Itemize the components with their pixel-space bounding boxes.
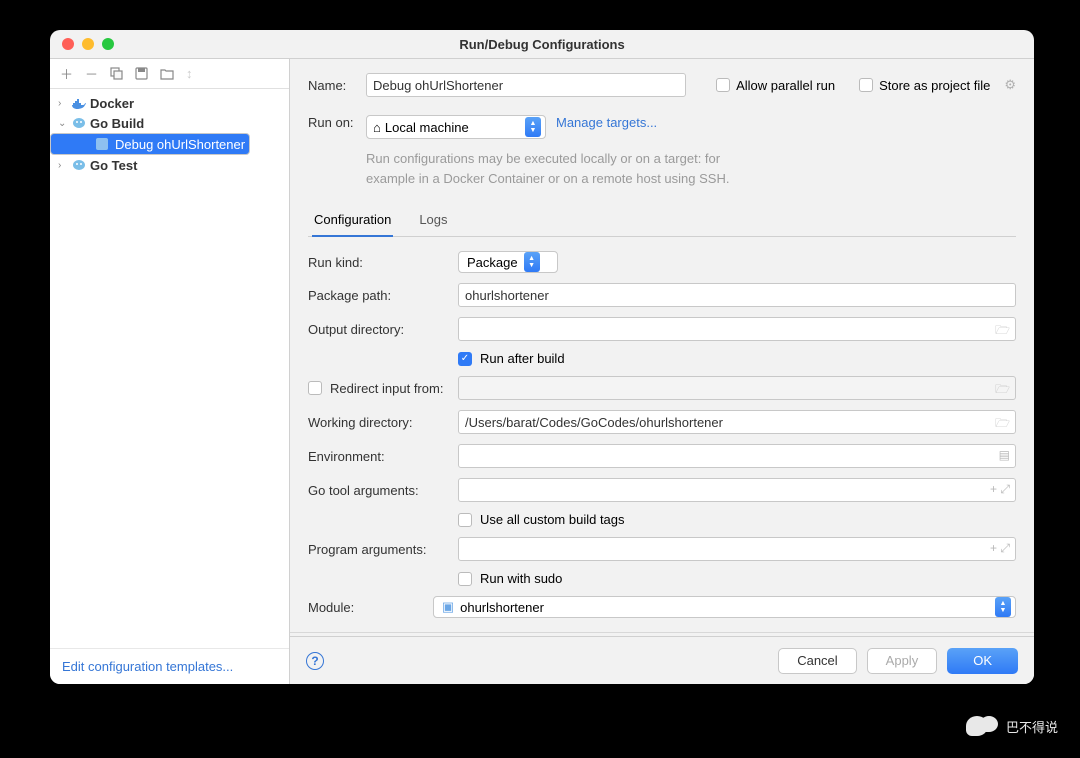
add-icon[interactable]: ＋ [60, 64, 73, 83]
tree-label: Debug ohUrlShortener [115, 137, 245, 152]
redirect-input-field [458, 376, 1016, 400]
tree-node-docker[interactable]: › Docker [50, 93, 289, 113]
run-on-select[interactable]: ⌂ Local machine ▲▼ [366, 115, 546, 139]
program-args-label: Program arguments: [308, 542, 448, 557]
chevron-updown-icon: ▲▼ [524, 252, 540, 272]
maximize-icon[interactable] [102, 38, 114, 50]
help-icon[interactable]: ? [306, 652, 324, 670]
manage-targets-link[interactable]: Manage targets... [556, 115, 657, 130]
window-controls [62, 38, 114, 50]
package-path-input[interactable] [458, 283, 1016, 307]
go-icon [72, 158, 86, 172]
tree-label: Go Build [90, 116, 144, 131]
titlebar: Run/Debug Configurations [50, 30, 1034, 58]
content-area: Name: Allow parallel run Store as projec… [290, 59, 1034, 636]
run-kind-select[interactable]: Package ▲▼ [458, 251, 558, 273]
dialog-body: ＋ － ↕ › Docker ⌄ Go Build [50, 58, 1034, 684]
sidebar: ＋ － ↕ › Docker ⌄ Go Build [50, 59, 290, 684]
config-form: Run kind: Package ▲▼ Package path: Outpu… [308, 251, 1016, 618]
output-dir-label: Output directory: [308, 322, 448, 337]
allow-parallel-checkbox[interactable]: Allow parallel run [716, 78, 835, 93]
chevron-updown-icon: ▲▼ [525, 117, 541, 137]
run-on-hint: Run configurations may be executed local… [366, 149, 1016, 188]
window-title: Run/Debug Configurations [50, 37, 1034, 52]
environment-input[interactable] [458, 444, 1016, 468]
tree-node-gotest[interactable]: › Go Test [50, 155, 289, 175]
working-dir-label: Working directory: [308, 415, 448, 430]
run-kind-label: Run kind: [308, 255, 448, 270]
save-icon[interactable] [135, 67, 148, 80]
remove-icon[interactable]: － [85, 64, 98, 83]
sort-icon[interactable]: ↕ [186, 66, 193, 81]
run-config-icon [95, 137, 109, 151]
tree-node-debug-config[interactable]: Debug ohUrlShortener [50, 133, 250, 155]
home-icon: ⌂ [373, 120, 381, 135]
wechat-icon [966, 716, 998, 736]
apply-button[interactable]: Apply [867, 648, 938, 674]
go-icon [72, 116, 86, 130]
config-tree: › Docker ⌄ Go Build Debug ohUrlShortener… [50, 89, 289, 648]
program-args-input[interactable] [458, 537, 1016, 561]
name-input[interactable] [366, 73, 686, 97]
working-dir-input[interactable] [458, 410, 1016, 434]
copy-icon[interactable] [110, 67, 123, 80]
run-on-label: Run on: [308, 115, 356, 130]
module-select[interactable]: ▣ ohurlshortener ▲▼ [433, 596, 1016, 618]
redirect-input-checkbox[interactable]: Redirect input from: [308, 381, 448, 396]
environment-label: Environment: [308, 449, 448, 464]
folder-icon[interactable] [160, 68, 174, 80]
dialog-window: Run/Debug Configurations ＋ － ↕ › Docker … [50, 30, 1034, 684]
name-label: Name: [308, 78, 356, 93]
run-after-build-checkbox[interactable]: ✓Run after build [458, 351, 565, 366]
chevron-updown-icon: ▲▼ [995, 597, 1011, 617]
separator [290, 632, 1034, 633]
run-on-value: Local machine [385, 120, 469, 135]
sidebar-toolbar: ＋ － ↕ [50, 59, 289, 89]
edit-templates-link[interactable]: Edit configuration templates... [50, 648, 289, 684]
tabs: Configuration Logs [308, 204, 1016, 237]
dialog-footer: ? Cancel Apply OK [290, 636, 1034, 684]
run-with-sudo-checkbox[interactable]: Run with sudo [458, 571, 562, 586]
custom-tags-checkbox[interactable]: Use all custom build tags [458, 512, 625, 527]
cancel-button[interactable]: Cancel [778, 648, 856, 674]
package-path-label: Package path: [308, 288, 448, 303]
watermark: 巴不得说 [966, 716, 1058, 736]
go-tool-args-input[interactable] [458, 478, 1016, 502]
docker-icon [72, 96, 86, 110]
name-row: Name: Allow parallel run Store as projec… [308, 73, 1016, 97]
gear-icon[interactable]: ⚙ [1004, 77, 1016, 93]
tree-node-gobuild[interactable]: ⌄ Go Build [50, 113, 289, 133]
main-panel: Name: Allow parallel run Store as projec… [290, 59, 1034, 684]
tab-logs[interactable]: Logs [417, 204, 449, 236]
tab-configuration[interactable]: Configuration [312, 204, 393, 237]
close-icon[interactable] [62, 38, 74, 50]
minimize-icon[interactable] [82, 38, 94, 50]
go-tool-args-label: Go tool arguments: [308, 483, 448, 498]
tree-label: Docker [90, 96, 134, 111]
module-label: Module: [308, 600, 423, 615]
run-on-row: Run on: ⌂ Local machine ▲▼ Manage target… [308, 115, 1016, 139]
store-as-file-checkbox[interactable]: Store as project file [859, 78, 990, 93]
module-icon: ▣ [442, 599, 454, 615]
output-dir-input[interactable] [458, 317, 1016, 341]
ok-button[interactable]: OK [947, 648, 1018, 674]
tree-label: Go Test [90, 158, 137, 173]
